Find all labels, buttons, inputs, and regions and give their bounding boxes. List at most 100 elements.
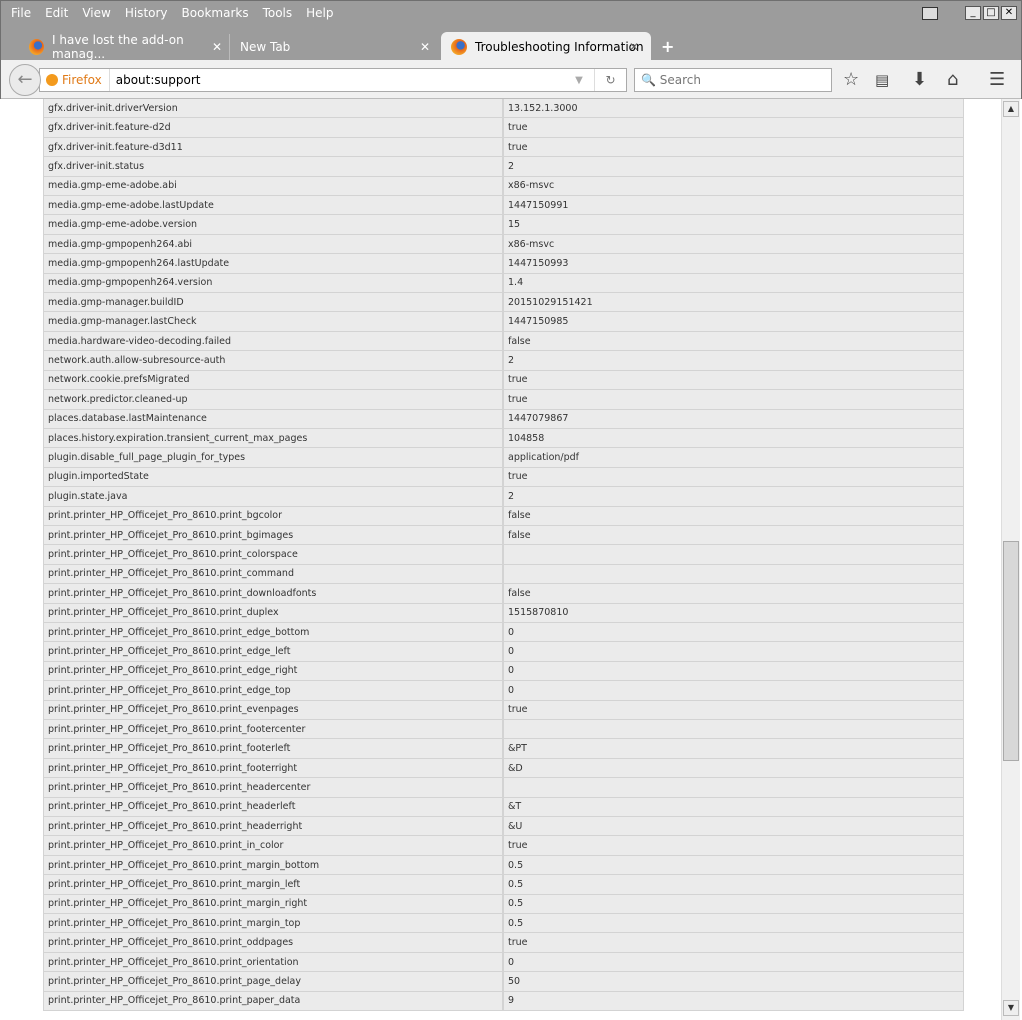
table-row: print.printer_HP_Officejet_Pro_8610.prin… — [43, 817, 964, 837]
menu-tools[interactable]: Tools — [263, 6, 293, 20]
table-row: print.printer_HP_Officejet_Pro_8610.prin… — [43, 739, 964, 759]
menu-edit[interactable]: Edit — [45, 6, 68, 20]
menu-file[interactable]: File — [11, 6, 31, 20]
pref-value — [503, 778, 964, 798]
pref-value: &T — [503, 797, 964, 818]
pref-value: false — [503, 506, 964, 526]
close-tab-icon[interactable]: ✕ — [420, 40, 430, 54]
table-row: print.printer_HP_Officejet_Pro_8610.prin… — [43, 855, 964, 876]
back-button[interactable]: ← — [9, 64, 41, 96]
pref-name: media.gmp-gmpopenh264.abi — [43, 234, 503, 255]
pref-name: print.printer_HP_Officejet_Pro_8610.prin… — [43, 875, 503, 895]
pref-value: 2 — [503, 487, 964, 507]
pref-name: media.gmp-gmpopenh264.version — [43, 273, 503, 294]
search-input[interactable]: 🔍 Search — [634, 68, 832, 92]
pref-value: true — [503, 137, 964, 158]
maximize-button[interactable]: □ — [983, 6, 999, 20]
menu-history[interactable]: History — [125, 6, 168, 20]
history-dropdown-icon[interactable]: ▼ — [564, 75, 594, 86]
menu-help[interactable]: Help — [306, 6, 333, 20]
pref-value: 0 — [503, 952, 964, 973]
tab-groups-icon[interactable] — [922, 7, 938, 20]
pref-value: 0 — [503, 681, 964, 701]
table-row: print.printer_HP_Officejet_Pro_8610.prin… — [43, 545, 964, 565]
pref-value: false — [503, 331, 964, 352]
pref-name: print.printer_HP_Officejet_Pro_8610.prin… — [43, 952, 503, 973]
pref-name: media.gmp-manager.lastCheck — [43, 312, 503, 332]
scrollbar-thumb[interactable] — [1003, 541, 1019, 761]
search-placeholder: Search — [659, 73, 701, 87]
table-row: print.printer_HP_Officejet_Pro_8610.prin… — [43, 564, 964, 585]
reload-icon[interactable]: ↻ — [594, 69, 626, 91]
downloads-icon[interactable]: ⬇ — [912, 69, 927, 90]
table-row: print.printer_HP_Officejet_Pro_8610.prin… — [43, 622, 964, 643]
scroll-up-arrow-icon[interactable]: ▲ — [1003, 101, 1019, 117]
firefox-favicon-icon — [29, 39, 45, 55]
table-row: network.cookie.prefsMigrated true — [43, 370, 964, 391]
table-row: plugin.importedState true — [43, 467, 964, 488]
site-identity[interactable]: Firefox — [40, 69, 110, 91]
table-row: media.gmp-manager.lastCheck 1447150985 — [43, 312, 964, 332]
pref-value: 50 — [503, 972, 964, 992]
table-row: gfx.driver-init.feature-d3d11 true — [43, 137, 964, 158]
vertical-scrollbar[interactable]: ▲ ▼ — [1001, 99, 1020, 1020]
table-row: media.gmp-eme-adobe.abi x86-msvc — [43, 176, 964, 197]
url-bar[interactable]: Firefox about:support ▼ ↻ — [39, 68, 627, 92]
pref-value: 0.5 — [503, 855, 964, 876]
pref-value: 13.152.1.3000 — [503, 99, 964, 119]
pref-name: media.gmp-gmpopenh264.lastUpdate — [43, 254, 503, 274]
pref-name: print.printer_HP_Officejet_Pro_8610.prin… — [43, 991, 503, 1012]
table-row: places.database.lastMaintenance 144707986… — [43, 409, 964, 429]
tab-troubleshooting[interactable]: Troubleshooting Information ✕ — [441, 32, 651, 61]
table-row: print.printer_HP_Officejet_Pro_8610.prin… — [43, 681, 964, 701]
pref-value: x86-msvc — [503, 176, 964, 197]
pref-name: print.printer_HP_Officejet_Pro_8610.prin… — [43, 894, 503, 915]
menu-bookmarks[interactable]: Bookmarks — [182, 6, 249, 20]
tab-addon-manager[interactable]: I have lost the add-on manag... ✕ — [19, 33, 229, 61]
pref-name: media.hardware-video-decoding.failed — [43, 331, 503, 352]
pref-name: print.printer_HP_Officejet_Pro_8610.prin… — [43, 933, 503, 953]
table-row: plugin.disable_full_page_plugin_for_type… — [43, 448, 964, 468]
pref-value: 0.5 — [503, 894, 964, 915]
url-input[interactable]: about:support — [110, 73, 564, 87]
close-tab-icon[interactable]: ✕ — [212, 40, 222, 54]
scroll-down-arrow-icon[interactable]: ▼ — [1003, 1000, 1019, 1016]
pref-value: 20151029151421 — [503, 293, 964, 313]
table-row: print.printer_HP_Officejet_Pro_8610.prin… — [43, 603, 964, 623]
table-row: gfx.driver-init.driverVersion 13.152.1.30… — [43, 99, 964, 119]
close-tab-icon[interactable]: ✕ — [629, 40, 639, 54]
pref-name: media.gmp-eme-adobe.lastUpdate — [43, 196, 503, 216]
pref-value: &PT — [503, 739, 964, 759]
bookmarks-menu-icon[interactable]: ▤ — [875, 71, 889, 89]
close-window-button[interactable]: ✕ — [1001, 6, 1017, 20]
new-tab-plus-icon[interactable]: + — [661, 37, 674, 56]
table-row: print.printer_HP_Officejet_Pro_8610.prin… — [43, 642, 964, 662]
pref-name: print.printer_HP_Officejet_Pro_8610.prin… — [43, 855, 503, 876]
pref-name: print.printer_HP_Officejet_Pro_8610.prin… — [43, 603, 503, 623]
browser-chrome: File Edit View History Bookmarks Tools H… — [0, 0, 1022, 99]
pref-name: print.printer_HP_Officejet_Pro_8610.prin… — [43, 720, 503, 740]
table-row: print.printer_HP_Officejet_Pro_8610.prin… — [43, 758, 964, 779]
pref-value: 1447150993 — [503, 254, 964, 274]
pref-name: places.database.lastMaintenance — [43, 409, 503, 429]
pref-name: print.printer_HP_Officejet_Pro_8610.prin… — [43, 914, 503, 934]
table-row: places.history.expiration.transient_curr… — [43, 428, 964, 449]
pref-name: print.printer_HP_Officejet_Pro_8610.prin… — [43, 525, 503, 546]
home-icon[interactable]: ⌂ — [947, 69, 958, 90]
table-row: print.printer_HP_Officejet_Pro_8610.prin… — [43, 525, 964, 546]
menu-view[interactable]: View — [82, 6, 110, 20]
pref-value: true — [503, 700, 964, 720]
pref-value: 0 — [503, 622, 964, 643]
tab-new-tab[interactable]: New Tab ✕ — [229, 34, 439, 60]
table-row: plugin.state.java 2 — [43, 487, 964, 507]
table-row: print.printer_HP_Officejet_Pro_8610.prin… — [43, 991, 964, 1012]
pref-name: print.printer_HP_Officejet_Pro_8610.prin… — [43, 681, 503, 701]
hamburger-menu-icon[interactable]: ☰ — [989, 69, 1005, 90]
table-row: network.auth.allow-subresource-auth 2 — [43, 351, 964, 371]
bookmark-star-icon[interactable]: ☆ — [843, 69, 859, 90]
pref-value: 0.5 — [503, 875, 964, 895]
minimize-button[interactable]: _ — [965, 6, 981, 20]
pref-value: application/pdf — [503, 448, 964, 468]
pref-name: gfx.driver-init.feature-d2d — [43, 118, 503, 138]
pref-value: x86-msvc — [503, 234, 964, 255]
